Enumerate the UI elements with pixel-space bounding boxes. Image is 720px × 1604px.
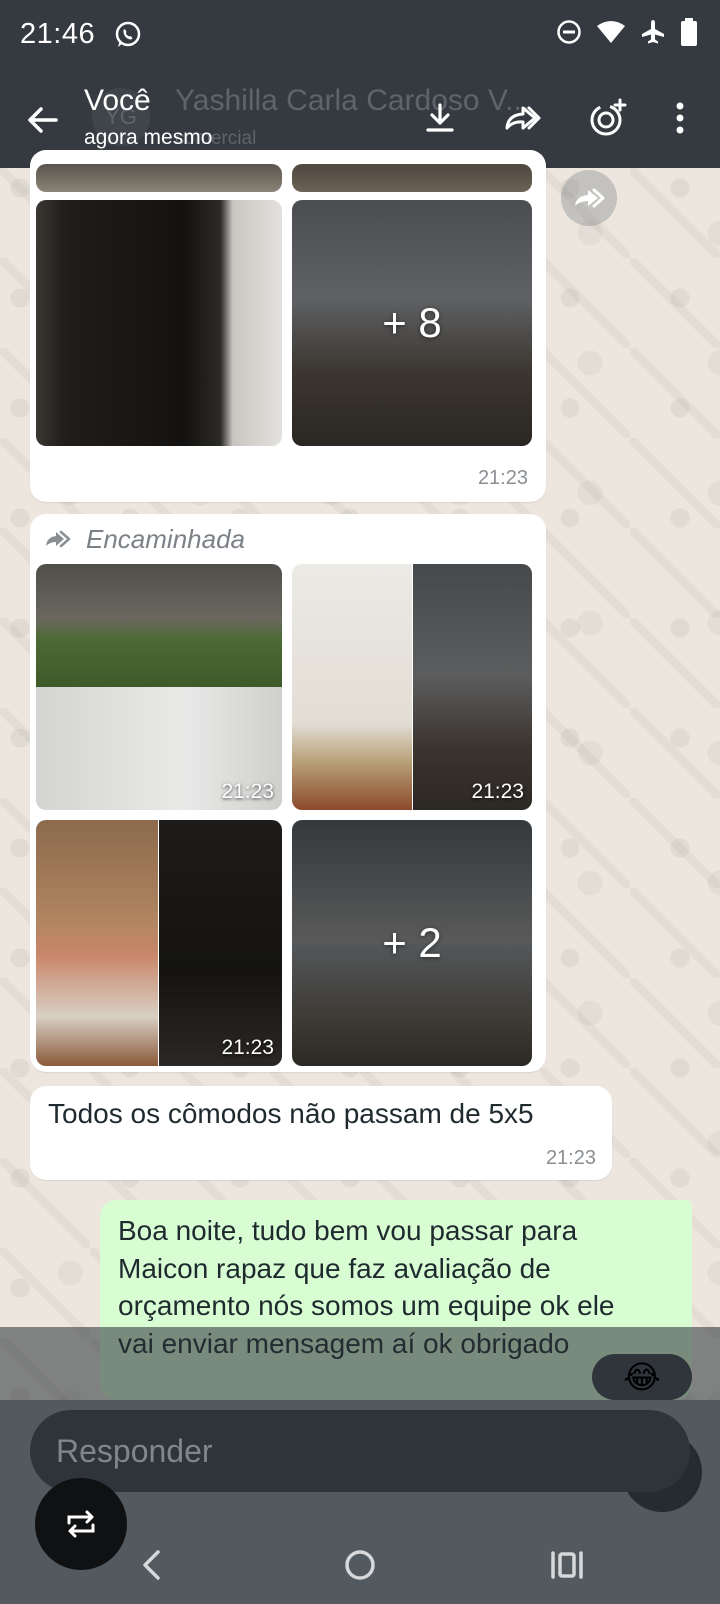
- message-text: Todos os cômodos não passam de 5x5: [48, 1098, 534, 1129]
- more-options-button[interactable]: [658, 96, 702, 140]
- repeat-icon: [67, 1510, 95, 1538]
- more-vert-icon: [676, 102, 684, 134]
- forward-button[interactable]: [500, 96, 544, 140]
- nav-home-button[interactable]: [330, 1540, 390, 1590]
- back-icon[interactable]: [22, 100, 62, 140]
- album-message-1[interactable]: + 8 21:23: [30, 150, 546, 502]
- photo-time: 21:23: [471, 780, 524, 803]
- forwarded-icon: [46, 530, 71, 548]
- nav-back-icon: [143, 1550, 160, 1580]
- message-time: 21:23: [545, 1147, 596, 1169]
- status-bar: 21:46: [0, 0, 720, 70]
- page-title: Você: [84, 84, 151, 117]
- ghost-contact-name: Yashilla Carla Cardoso V...: [175, 84, 531, 117]
- status-icons: [556, 18, 698, 46]
- status-add-button[interactable]: [586, 96, 630, 140]
- photo-thumbnail-more[interactable]: + 8: [292, 200, 532, 446]
- airplane-icon: [642, 20, 664, 44]
- status-add-icon: [590, 98, 627, 136]
- photo-thumbnail-more[interactable]: + 2: [292, 820, 532, 1066]
- reaction-bubble[interactable]: 😂: [592, 1354, 692, 1400]
- photo-thumbnail[interactable]: 21:23: [36, 564, 282, 810]
- battery-icon: [681, 18, 697, 46]
- dnd-icon: [557, 20, 581, 44]
- photo-time: 21:23: [221, 1036, 274, 1059]
- wifi-icon: [597, 21, 625, 43]
- album-message-2[interactable]: Encaminhada 21:23 21:23 21:23 + 2: [30, 514, 546, 1072]
- incoming-message[interactable]: Todos os cômodos não passam de 5x5 21:23: [30, 1086, 612, 1180]
- status-time: 21:46: [20, 18, 96, 50]
- download-icon: [426, 103, 454, 132]
- nav-home-icon: [345, 1550, 375, 1580]
- repeat-button[interactable]: [35, 1478, 127, 1570]
- reaction-emoji: 😂: [623, 1359, 661, 1395]
- nav-back-button[interactable]: [122, 1540, 182, 1590]
- photo-thumbnail[interactable]: [36, 200, 282, 446]
- more-photos-count: + 2: [382, 919, 442, 966]
- photo-time: 21:23: [221, 780, 274, 803]
- page-subtitle: agora mesmo: [84, 126, 213, 149]
- reply-input[interactable]: [30, 1410, 690, 1492]
- nav-recents-button[interactable]: [537, 1540, 597, 1590]
- more-photos-count: + 8: [382, 299, 442, 346]
- forward-icon: [505, 106, 541, 130]
- nav-recents-icon: [551, 1551, 583, 1579]
- download-button[interactable]: [418, 96, 462, 140]
- forwarded-label: Encaminhada: [86, 524, 245, 554]
- forward-message-button[interactable]: [561, 170, 617, 226]
- photo-thumbnail[interactable]: [292, 164, 532, 192]
- forward-icon: [575, 188, 605, 208]
- photo-thumbnail[interactable]: 21:23: [36, 820, 282, 1066]
- whatsapp-icon: [115, 21, 141, 47]
- photo-thumbnail[interactable]: [36, 164, 282, 192]
- message-time: 21:23: [477, 467, 528, 489]
- photo-thumbnail[interactable]: 21:23: [292, 564, 532, 810]
